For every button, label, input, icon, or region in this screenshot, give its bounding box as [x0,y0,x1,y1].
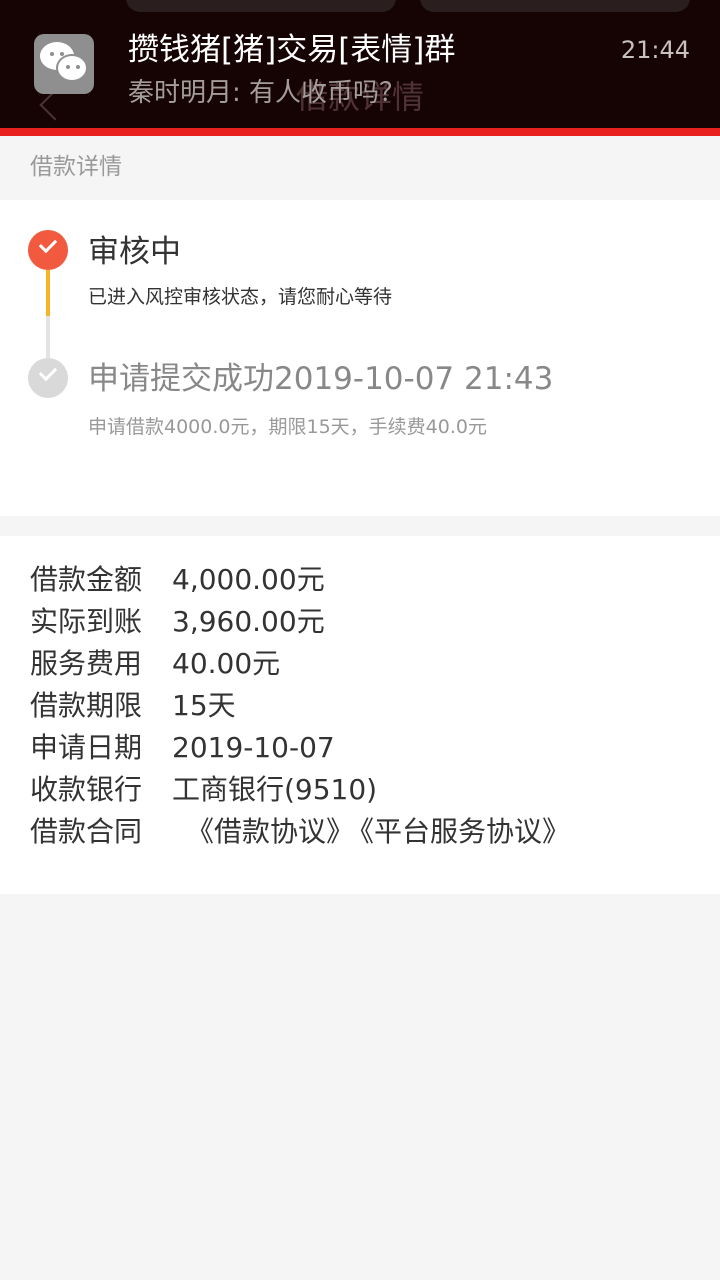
section-header: 借款详情 [0,136,720,200]
detail-label: 申请日期 [30,731,143,764]
detail-label: 收款银行 [30,773,143,806]
detail-label: 借款金额 [30,563,143,596]
timeline-line [46,316,50,358]
detail-row-received: 实际到账 3,960.00元 [30,600,325,642]
check-circle-icon [28,230,68,270]
detail-value: 3,960.00元 [172,605,325,638]
timeline-line-active [46,270,50,316]
detail-value: 4,000.00元 [172,563,325,596]
detail-value: 40.00元 [172,647,281,680]
detail-row-fee: 服务费用 40.00元 [30,642,280,684]
notification-time: 21:44 [620,36,690,64]
notification-banner[interactable]: 借款详情 攒钱猪[猪]交易[表情]群 秦时明月: 有人收币吗？ 21:44 [0,0,720,128]
detail-row-bank: 收款银行 工商银行(9510) [30,768,377,810]
step-desc-submitted: 申请借款4000.0元，期限15天，手续费40.0元 [88,416,487,438]
detail-label: 实际到账 [30,605,143,638]
detail-value: 15天 [172,689,236,722]
loan-details: 借款金额 4,000.00元 实际到账 3,960.00元 服务费用 40.00元 借… [0,536,720,894]
notification-message: 秦时明月: 有人收币吗？ [128,78,406,108]
detail-row-date: 申请日期 2019-10-07 [30,726,335,768]
notification-stack-pill [420,0,690,12]
detail-label: 服务费用 [30,647,143,680]
notification-stack-pill [126,0,396,12]
wechat-icon [34,34,94,94]
detail-label: 借款合同 [30,815,143,848]
detail-value: 2019-10-07 [172,731,335,764]
loan-agreement-link[interactable]: 《借款协议》 [186,815,354,848]
platform-agreement-link[interactable]: 《平台服务协议》 [360,815,570,848]
step-title-submitted: 申请提交成功2019-10-07 21:43 [88,361,554,397]
detail-row-contract: 借款合同 《借款协议》 《平台服务协议》 [30,810,570,852]
header-red-bar [0,128,720,136]
check-circle-icon [28,358,68,398]
detail-label: 借款期限 [30,689,143,722]
status-timeline: 审核中 已进入风控审核状态，请您耐心等待 申请提交成功2019-10-07 21… [0,200,720,516]
notification-title: 攒钱猪[猪]交易[表情]群 [128,32,456,68]
detail-row-amount: 借款金额 4,000.00元 [30,558,325,600]
step-title-reviewing: 审核中 [88,234,181,270]
detail-value: 工商银行(9510) [172,773,378,806]
step-desc-reviewing: 已进入风控审核状态，请您耐心等待 [88,286,393,308]
detail-row-term: 借款期限 15天 [30,684,236,726]
